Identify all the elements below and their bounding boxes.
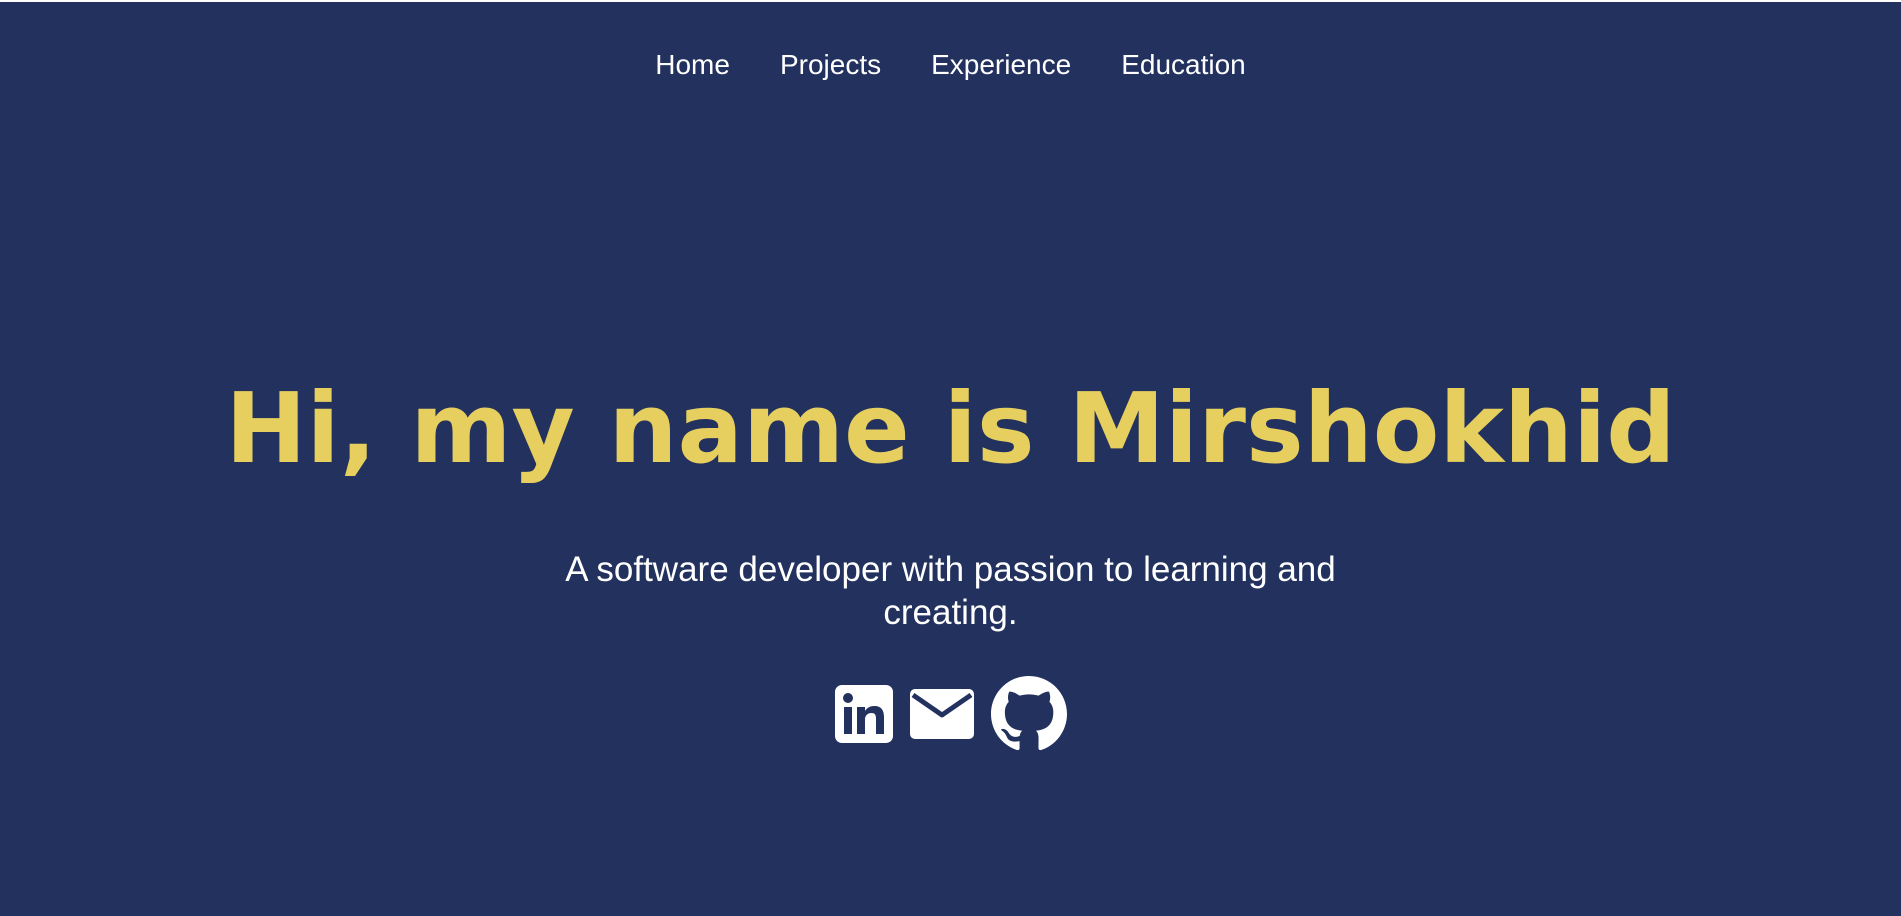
mail-icon — [909, 689, 974, 739]
linkedin-icon — [834, 685, 893, 743]
email-link[interactable] — [909, 688, 974, 740]
hero-tagline: A software developer with passion to lea… — [565, 550, 1336, 632]
github-icon — [990, 676, 1067, 751]
github-link[interactable] — [990, 676, 1067, 752]
linkedin-link[interactable] — [834, 685, 893, 743]
nav-link-experience[interactable]: Experience — [931, 48, 1071, 82]
social-links — [0, 676, 1901, 752]
nav-link-education[interactable]: Education — [1121, 48, 1246, 82]
nav-link-home[interactable]: Home — [655, 48, 730, 82]
main-nav: Home Projects Experience Education — [0, 48, 1901, 82]
nav-link-projects[interactable]: Projects — [780, 48, 881, 82]
hero-title: Hi, my name is Mirshokhid — [225, 372, 1676, 485]
